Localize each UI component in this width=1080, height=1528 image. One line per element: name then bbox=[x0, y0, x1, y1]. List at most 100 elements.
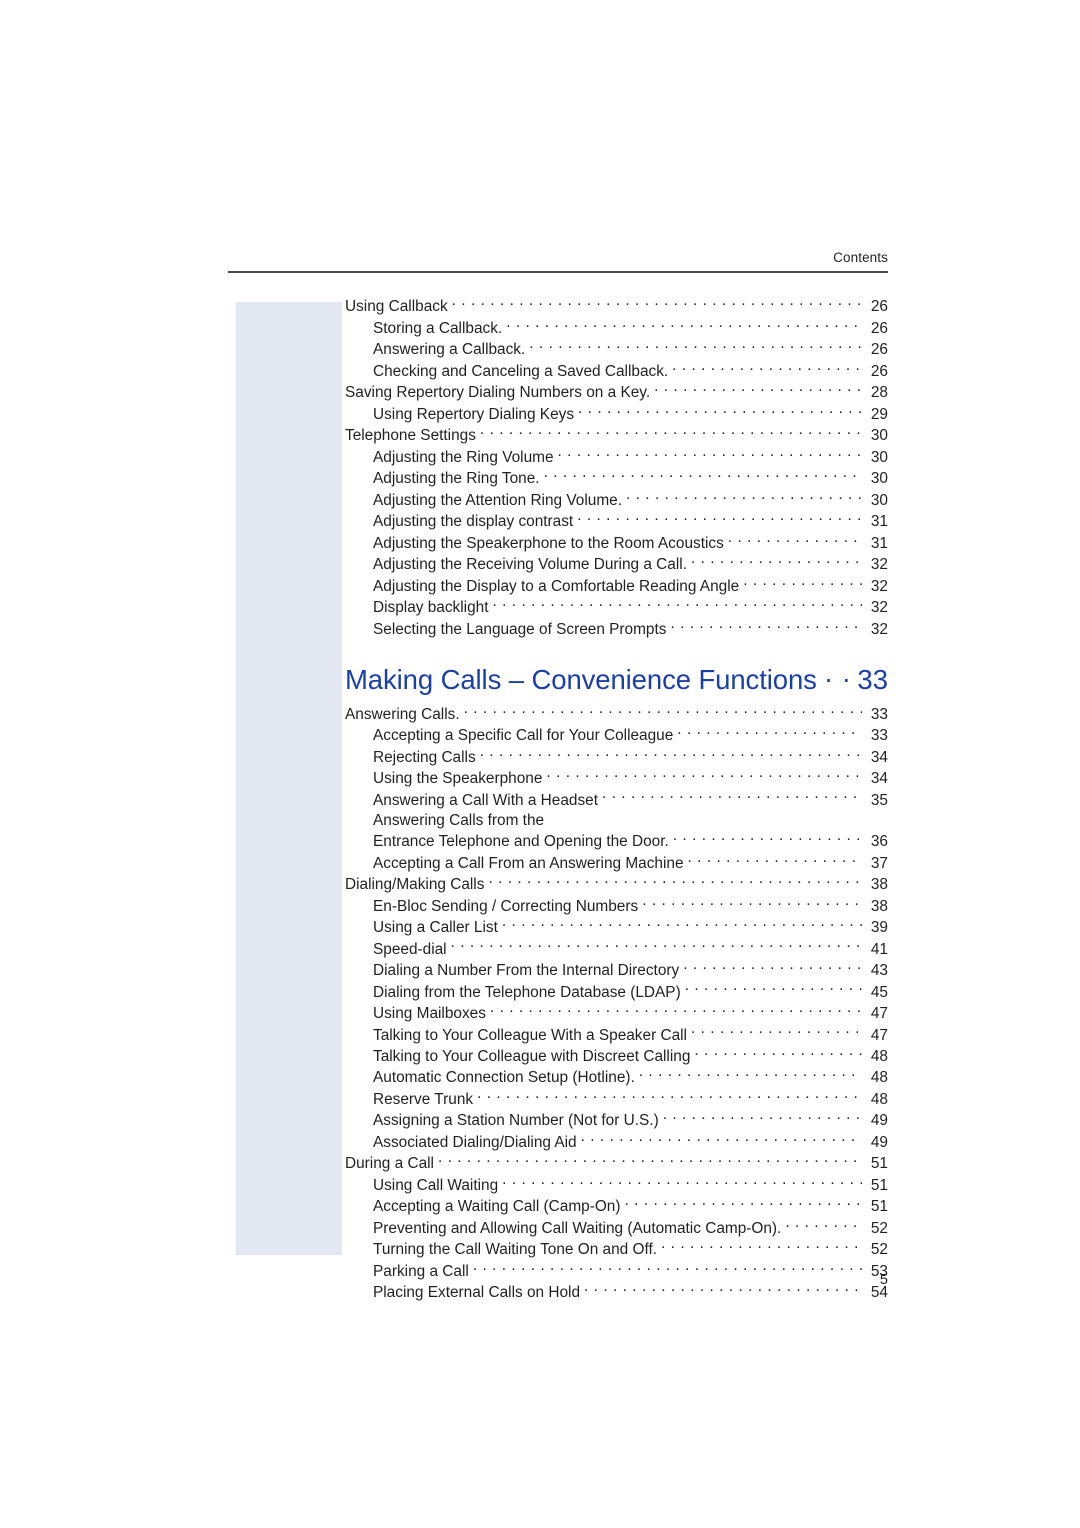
toc-entry-page-number: 32 bbox=[870, 599, 888, 617]
toc-leader-dots bbox=[558, 446, 862, 461]
toc-entry[interactable]: Talking to Your Colleague With a Speaker… bbox=[345, 1024, 888, 1045]
toc-leader-dots bbox=[785, 1217, 862, 1232]
toc-entry[interactable]: Telephone Settings 30 bbox=[345, 425, 888, 446]
toc-entry-page-number: 31 bbox=[870, 534, 888, 552]
toc-entry-title: Checking and Canceling a Saved Callback. bbox=[373, 362, 669, 380]
page-folio: 5 bbox=[879, 1272, 888, 1288]
toc-entry[interactable]: Automatic Connection Setup (Hotline). 48 bbox=[345, 1067, 888, 1088]
toc-entry-title: Rejecting Calls bbox=[373, 748, 476, 766]
toc-entry-page-number: 48 bbox=[870, 1048, 888, 1065]
toc-entry[interactable]: Accepting a Call From an Answering Machi… bbox=[345, 852, 888, 873]
toc-entry[interactable]: Adjusting the Receiving Volume During a … bbox=[345, 554, 888, 575]
toc-entry[interactable]: Adjusting the Attention Ring Volume. 30 bbox=[345, 489, 888, 510]
toc-entry[interactable]: Display backlight 32 bbox=[345, 597, 888, 618]
toc-entry-title: Using the Speakerphone bbox=[373, 770, 543, 788]
toc-entry[interactable]: Entrance Telephone and Opening the Door.… bbox=[345, 831, 888, 852]
toc-entry[interactable]: Dialing a Number From the Internal Direc… bbox=[345, 960, 888, 981]
toc-entry[interactable]: Preventing and Allowing Call Waiting (Au… bbox=[345, 1217, 888, 1238]
toc-entry-page-number: 36 bbox=[870, 833, 888, 851]
toc-leader-dots bbox=[438, 1153, 862, 1168]
toc-entry[interactable]: Accepting a Waiting Call (Camp-On) 51 bbox=[345, 1196, 888, 1217]
toc-entry[interactable]: Dialing/Making Calls 38 bbox=[345, 874, 888, 895]
toc-entry[interactable]: Accepting a Specific Call for Your Colle… bbox=[345, 725, 888, 746]
toc-leader-dots bbox=[677, 725, 862, 740]
toc-entry[interactable]: Saving Repertory Dialing Numbers on a Ke… bbox=[345, 382, 888, 403]
toc-entry[interactable]: Adjusting the display contrast 31 bbox=[345, 511, 888, 532]
toc-entry-title: During a Call bbox=[345, 1155, 434, 1173]
toc-entry[interactable]: Storing a Callback. 26 bbox=[345, 317, 888, 338]
toc-entry[interactable]: Using Repertory Dialing Keys 29 bbox=[345, 403, 888, 424]
page-header: Contents bbox=[228, 250, 888, 281]
toc-entry-title: Answering Calls from the bbox=[373, 811, 545, 829]
toc-entry[interactable]: Rejecting Calls 34 bbox=[345, 746, 888, 767]
toc-leader-dots bbox=[626, 489, 862, 504]
toc-entry[interactable]: En-Bloc Sending / Correcting Numbers 38 bbox=[345, 895, 888, 916]
toc-entry[interactable]: Using the Speakerphone 34 bbox=[345, 768, 888, 789]
toc-entry[interactable]: Associated Dialing/Dialing Aid 49 bbox=[345, 1132, 888, 1153]
toc-entry-title: Entrance Telephone and Opening the Door. bbox=[373, 833, 669, 851]
toc-entry[interactable]: Turning the Call Waiting Tone On and Off… bbox=[345, 1239, 888, 1260]
toc-leader-dots bbox=[506, 317, 862, 332]
toc-entry-title: Preventing and Allowing Call Waiting (Au… bbox=[373, 1219, 782, 1237]
toc-entry[interactable]: Reserve Trunk 48 bbox=[345, 1089, 888, 1110]
toc-entry-title: Turning the Call Waiting Tone On and Off… bbox=[373, 1241, 658, 1259]
toc-leader-dots bbox=[639, 1067, 862, 1082]
toc-leader-dots bbox=[546, 768, 862, 783]
toc-entry[interactable]: Answering a Call With a Headset 35 bbox=[345, 789, 888, 810]
toc-leader-dots bbox=[688, 852, 862, 867]
toc-entry-title: Adjusting the Ring Tone. bbox=[373, 470, 540, 488]
toc-entry[interactable]: Using Mailboxes 47 bbox=[345, 1003, 888, 1024]
toc-entry-title: Accepting a Waiting Call (Camp-On) bbox=[373, 1198, 621, 1216]
toc-entry[interactable]: During a Call 51 bbox=[345, 1153, 888, 1174]
toc-entry[interactable]: Answering a Callback. 26 bbox=[345, 339, 888, 360]
toc-entry[interactable]: Selecting the Language of Screen Prompts… bbox=[345, 618, 888, 639]
toc-entry-title: Talking to Your Colleague with Discreet … bbox=[373, 1048, 691, 1065]
toc-entry-page-number: 47 bbox=[870, 1005, 888, 1023]
toc-entry-title: Using Callback bbox=[345, 298, 448, 316]
toc-entry-page-number: 38 bbox=[870, 897, 888, 915]
toc-entry-title: En-Bloc Sending / Correcting Numbers bbox=[373, 897, 639, 915]
toc-entry-title: Associated Dialing/Dialing Aid bbox=[373, 1133, 577, 1151]
chapter-heading[interactable]: Making Calls – Convenience Functions 33 bbox=[345, 662, 888, 697]
toc-entry[interactable]: Dialing from the Telephone Database (LDA… bbox=[345, 981, 888, 1002]
toc-entry-title: Adjusting the Receiving Volume During a … bbox=[373, 556, 687, 574]
toc-leader-dots bbox=[488, 874, 862, 889]
toc-entry-page-number: 39 bbox=[870, 919, 888, 937]
toc-entry-title: Using a Caller List bbox=[373, 919, 498, 937]
toc-entry[interactable]: Answering Calls from the bbox=[345, 811, 888, 831]
toc-entry[interactable]: Checking and Canceling a Saved Callback.… bbox=[345, 360, 888, 381]
toc-entry-page-number: 38 bbox=[870, 876, 888, 894]
toc-entry-title: Adjusting the Attention Ring Volume. bbox=[373, 491, 622, 509]
toc-entry-page-number: 43 bbox=[870, 962, 888, 980]
toc-entry[interactable]: Using Callback 26 bbox=[345, 296, 888, 317]
toc-entry[interactable]: Adjusting the Ring Volume 30 bbox=[345, 446, 888, 467]
running-head: Contents bbox=[833, 250, 888, 265]
toc-entry[interactable]: Adjusting the Speakerphone to the Room A… bbox=[345, 532, 888, 553]
toc-entry-page-number: 26 bbox=[870, 341, 888, 359]
toc-entry-page-number: 30 bbox=[870, 448, 888, 466]
toc-entry-page-number: 52 bbox=[870, 1219, 888, 1237]
toc-entry-title: Accepting a Call From an Answering Machi… bbox=[373, 854, 684, 872]
toc-entry-page-number: 48 bbox=[870, 1069, 888, 1087]
toc-entry-title: Adjusting the Display to a Comfortable R… bbox=[373, 577, 740, 595]
toc-leader-dots bbox=[490, 1003, 862, 1018]
toc-entry[interactable]: Adjusting the Ring Tone. 30 bbox=[345, 468, 888, 489]
toc-entry-page-number: 34 bbox=[870, 770, 888, 788]
toc-entry[interactable]: Answering Calls. 33 bbox=[345, 703, 888, 724]
toc-entry[interactable]: Using a Caller List 39 bbox=[345, 917, 888, 938]
toc-entry-page-number: 41 bbox=[870, 940, 888, 958]
toc-entry[interactable]: Using Call Waiting 51 bbox=[345, 1175, 888, 1196]
toc-entry[interactable]: Talking to Your Colleague with Discreet … bbox=[345, 1046, 888, 1067]
toc-entry-title: Using Call Waiting bbox=[373, 1176, 499, 1194]
toc-entry-page-number: 45 bbox=[870, 983, 888, 1001]
toc-leader-dots bbox=[694, 1046, 862, 1061]
toc-leader-dots bbox=[544, 468, 862, 483]
toc-entry-title: Adjusting the Ring Volume bbox=[373, 448, 554, 466]
table-of-contents: Using Callback26Storing a Callback.26Ans… bbox=[345, 296, 888, 1303]
toc-entry[interactable]: Adjusting the Display to a Comfortable R… bbox=[345, 575, 888, 596]
toc-entry[interactable]: Speed-dial 41 bbox=[345, 938, 888, 959]
toc-entry-title: Saving Repertory Dialing Numbers on a Ke… bbox=[345, 384, 651, 402]
toc-leader-dots bbox=[602, 789, 862, 804]
toc-leader-dots bbox=[492, 597, 862, 612]
toc-entry[interactable]: Assigning a Station Number (Not for U.S.… bbox=[345, 1110, 888, 1131]
